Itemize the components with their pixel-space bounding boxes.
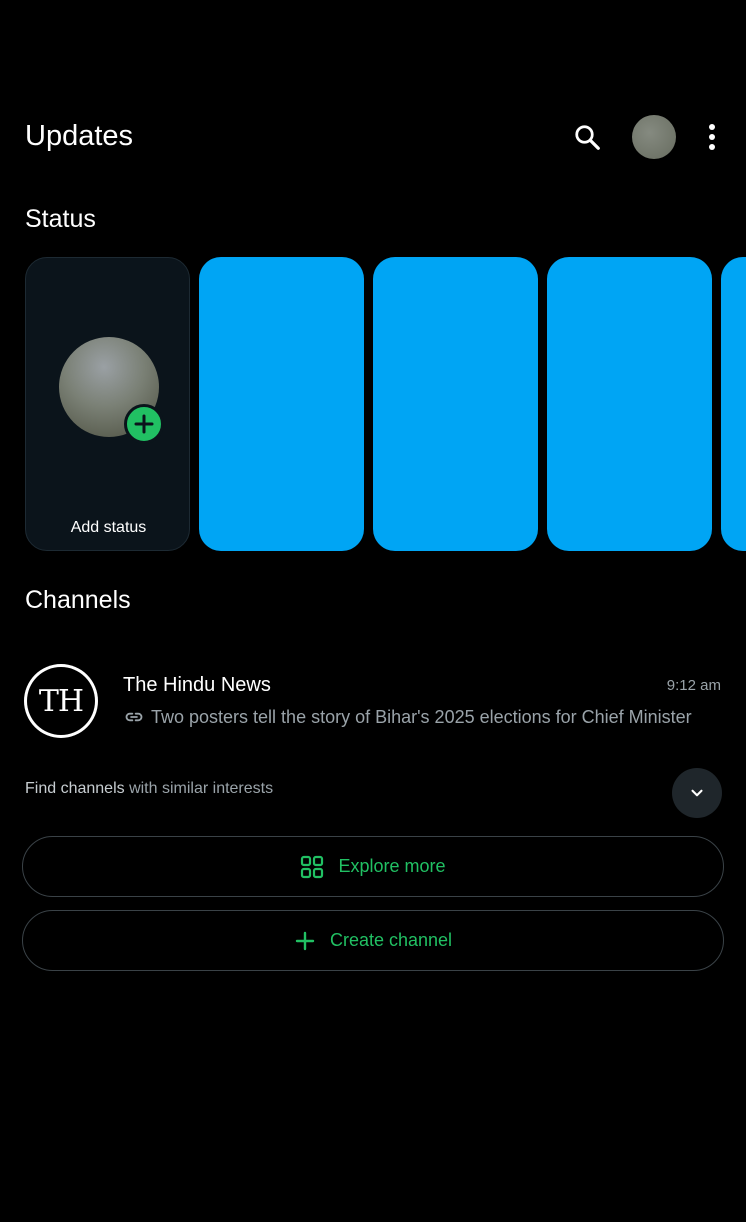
status-story-card[interactable]	[199, 257, 364, 551]
profile-avatar[interactable]	[632, 115, 676, 159]
plus-circle-icon	[124, 404, 164, 444]
channel-name: The Hindu News	[123, 674, 271, 696]
search-icon	[575, 125, 600, 150]
find-channels-hint: Find channels with similar interests	[25, 780, 273, 798]
channel-preview: Two posters tell the story of Bihar's 20…	[123, 705, 721, 729]
create-channel-button[interactable]: Create channel	[22, 910, 724, 971]
grid-icon	[300, 855, 324, 879]
channel-list-item[interactable]: TH The Hindu News 9:12 am Two posters te…	[0, 654, 746, 750]
channel-preview-text: Two posters tell the story of Bihar's 20…	[151, 706, 692, 727]
chevron-down-icon	[691, 789, 703, 797]
top-app-bar: Updates	[0, 100, 746, 176]
create-channel-label: Create channel	[329, 930, 453, 950]
search-button[interactable]	[566, 116, 608, 158]
status-story-card[interactable]	[547, 257, 712, 551]
page-title: Updates	[25, 120, 134, 152]
status-carousel[interactable]: Add status	[25, 257, 746, 552]
plus-icon	[294, 930, 316, 952]
channel-timestamp: 9:12 am	[666, 677, 721, 694]
status-story-card[interactable]	[721, 257, 746, 551]
expand-suggestions-button[interactable]	[672, 768, 722, 818]
status-section-title: Status	[25, 205, 96, 233]
channel-avatar: TH	[24, 664, 98, 738]
updates-screen: Updates Status Add status Channels TH Th…	[0, 0, 746, 1222]
add-status-card[interactable]: Add status	[25, 257, 190, 551]
find-channels-rest: with similar interests	[124, 780, 274, 797]
channels-section-title: Channels	[25, 586, 131, 614]
more-vert-icon	[709, 124, 715, 150]
explore-more-label: Explore more	[338, 856, 446, 876]
explore-more-button[interactable]: Explore more	[22, 836, 724, 897]
find-channels-strong: Find channels	[25, 780, 125, 797]
more-options-button[interactable]	[696, 116, 728, 158]
add-status-label: Add status	[70, 519, 147, 536]
link-icon	[123, 706, 145, 728]
channel-avatar-text: TH	[27, 667, 95, 735]
status-story-card[interactable]	[373, 257, 538, 551]
